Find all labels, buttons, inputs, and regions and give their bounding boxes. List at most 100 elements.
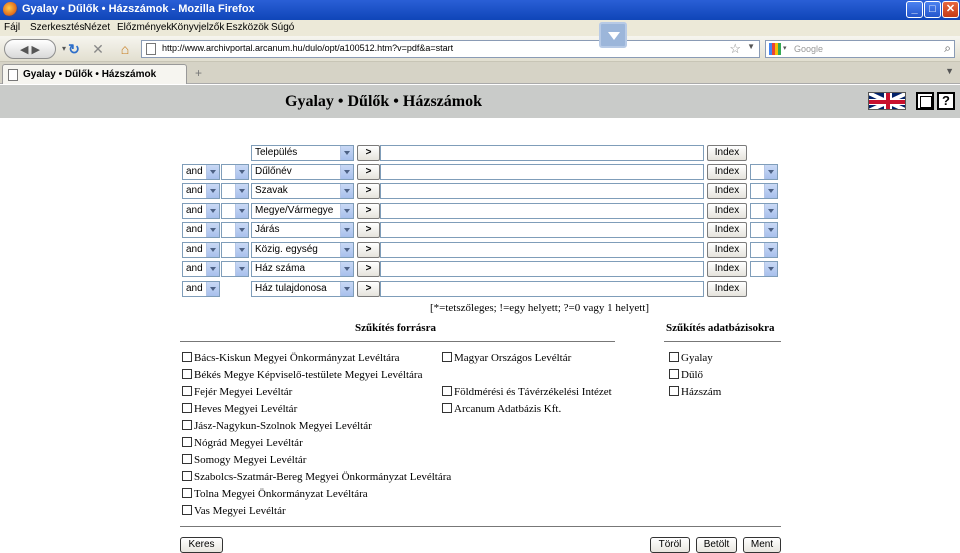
- search-input[interactable]: [380, 183, 704, 199]
- index-button[interactable]: Index: [707, 242, 747, 258]
- address-bar[interactable]: http://www.archivportal.arcanum.hu/dulo/…: [141, 40, 760, 58]
- source-checkbox[interactable]: Fejér Megyei Levéltár: [182, 386, 292, 398]
- go-button[interactable]: >: [357, 242, 380, 258]
- checkbox-box[interactable]: [182, 488, 192, 498]
- go-button[interactable]: >: [357, 145, 380, 161]
- source-checkbox[interactable]: Magyar Országos Levéltár: [442, 352, 571, 364]
- source-checkbox[interactable]: Szabolcs-Szatmár-Bereg Megyei Önkormányz…: [182, 471, 451, 483]
- field-select[interactable]: Szavak: [251, 183, 354, 199]
- operator-select[interactable]: and: [182, 281, 220, 297]
- go-button[interactable]: >: [357, 222, 380, 238]
- field-select[interactable]: Település: [251, 145, 354, 161]
- search-input[interactable]: [380, 222, 704, 238]
- source-checkbox[interactable]: Jász-Nagykun-Szolnok Megyei Levéltár: [182, 420, 372, 432]
- tab-list-icon[interactable]: ▼: [945, 66, 954, 76]
- field-select[interactable]: Járás: [251, 222, 354, 238]
- search-input[interactable]: [380, 145, 704, 161]
- index-button[interactable]: Index: [707, 281, 747, 297]
- qualifier-select[interactable]: [221, 261, 249, 277]
- url-dropdown-icon[interactable]: ▼: [747, 42, 755, 51]
- minimize-button[interactable]: _: [906, 1, 923, 18]
- search-icon[interactable]: ⌕: [944, 41, 951, 56]
- checkbox-box[interactable]: [182, 352, 192, 362]
- source-checkbox[interactable]: Bács-Kiskun Megyei Önkormányzat Levéltár…: [182, 352, 400, 364]
- operator-select[interactable]: and: [182, 242, 220, 258]
- search-button[interactable]: Keres: [180, 537, 223, 553]
- qualifier-select[interactable]: [221, 203, 249, 219]
- operator-select[interactable]: and: [182, 164, 220, 180]
- checkbox-box[interactable]: [182, 505, 192, 515]
- source-checkbox[interactable]: Békés Megye Képviselő-testülete Megyei L…: [182, 369, 422, 381]
- menu-bookmarks[interactable]: Könyvjelzők: [171, 22, 224, 33]
- go-button[interactable]: >: [357, 164, 380, 180]
- new-tab-button[interactable]: +: [195, 66, 202, 80]
- index-button[interactable]: Index: [707, 164, 747, 180]
- clear-button[interactable]: Töröl: [650, 537, 690, 553]
- match-select[interactable]: [750, 183, 778, 199]
- back-forward-button[interactable]: ◀ ▶: [4, 39, 56, 59]
- operator-select[interactable]: and: [182, 203, 220, 219]
- qualifier-select[interactable]: [221, 164, 249, 180]
- home-icon[interactable]: ⌂: [116, 39, 134, 59]
- source-checkbox[interactable]: Tolna Megyei Önkormányzat Levéltára: [182, 488, 368, 500]
- source-checkbox[interactable]: Nógrád Megyei Levéltár: [182, 437, 303, 449]
- index-button[interactable]: Index: [707, 183, 747, 199]
- database-checkbox[interactable]: Házszám: [669, 386, 721, 398]
- menu-edit[interactable]: Szerkesztés: [30, 22, 84, 33]
- window-icon[interactable]: [916, 92, 934, 110]
- search-input[interactable]: [380, 203, 704, 219]
- load-button[interactable]: Betölt: [696, 537, 737, 553]
- tab-active[interactable]: Gyalay • Dűlők • Házszámok: [2, 64, 187, 84]
- checkbox-box[interactable]: [669, 386, 679, 396]
- index-button[interactable]: Index: [707, 145, 747, 161]
- qualifier-select[interactable]: [221, 222, 249, 238]
- field-select[interactable]: Ház száma: [251, 261, 354, 277]
- source-checkbox[interactable]: Arcanum Adatbázis Kft.: [442, 403, 561, 415]
- checkbox-box[interactable]: [182, 386, 192, 396]
- database-checkbox[interactable]: Dűlő: [669, 369, 703, 381]
- go-button[interactable]: >: [357, 261, 380, 277]
- google-icon[interactable]: [769, 43, 781, 55]
- search-box[interactable]: ▾ Google ⌕: [765, 40, 955, 58]
- checkbox-box[interactable]: [442, 403, 452, 413]
- source-checkbox[interactable]: Somogy Megyei Levéltár: [182, 454, 306, 466]
- checkbox-box[interactable]: [182, 454, 192, 464]
- checkbox-box[interactable]: [442, 386, 452, 396]
- save-button[interactable]: Ment: [743, 537, 781, 553]
- bookmark-star-icon[interactable]: ☆: [729, 41, 741, 57]
- match-select[interactable]: [750, 242, 778, 258]
- search-input[interactable]: [380, 242, 704, 258]
- stop-icon[interactable]: ✕: [90, 39, 106, 59]
- menu-help[interactable]: Súgó: [271, 22, 294, 33]
- field-select[interactable]: Közig. egység: [251, 242, 354, 258]
- database-checkbox[interactable]: Gyalay: [669, 352, 713, 364]
- menu-tools[interactable]: Eszközök: [226, 22, 269, 33]
- qualifier-select[interactable]: [221, 183, 249, 199]
- index-button[interactable]: Index: [707, 261, 747, 277]
- menu-history[interactable]: Előzmények: [117, 22, 171, 33]
- match-select[interactable]: [750, 222, 778, 238]
- go-button[interactable]: >: [357, 281, 380, 297]
- operator-select[interactable]: and: [182, 183, 220, 199]
- search-input[interactable]: [380, 281, 704, 297]
- checkbox-box[interactable]: [669, 369, 679, 379]
- go-button[interactable]: >: [357, 203, 380, 219]
- go-button[interactable]: >: [357, 183, 380, 199]
- help-button[interactable]: ?: [937, 92, 955, 110]
- search-input[interactable]: [380, 261, 704, 277]
- checkbox-box[interactable]: [669, 352, 679, 362]
- download-arrow-icon[interactable]: [599, 22, 627, 48]
- reload-icon[interactable]: ↻: [66, 39, 82, 59]
- index-button[interactable]: Index: [707, 203, 747, 219]
- checkbox-box[interactable]: [182, 369, 192, 379]
- match-select[interactable]: [750, 164, 778, 180]
- source-checkbox[interactable]: Heves Megyei Levéltár: [182, 403, 297, 415]
- engine-dropdown-icon[interactable]: ▾: [783, 44, 787, 52]
- match-select[interactable]: [750, 203, 778, 219]
- english-flag-icon[interactable]: [868, 92, 906, 110]
- source-checkbox[interactable]: Vas Megyei Levéltár: [182, 505, 286, 517]
- checkbox-box[interactable]: [182, 403, 192, 413]
- close-button[interactable]: ✕: [942, 1, 959, 18]
- qualifier-select[interactable]: [221, 242, 249, 258]
- maximize-button[interactable]: □: [924, 1, 941, 18]
